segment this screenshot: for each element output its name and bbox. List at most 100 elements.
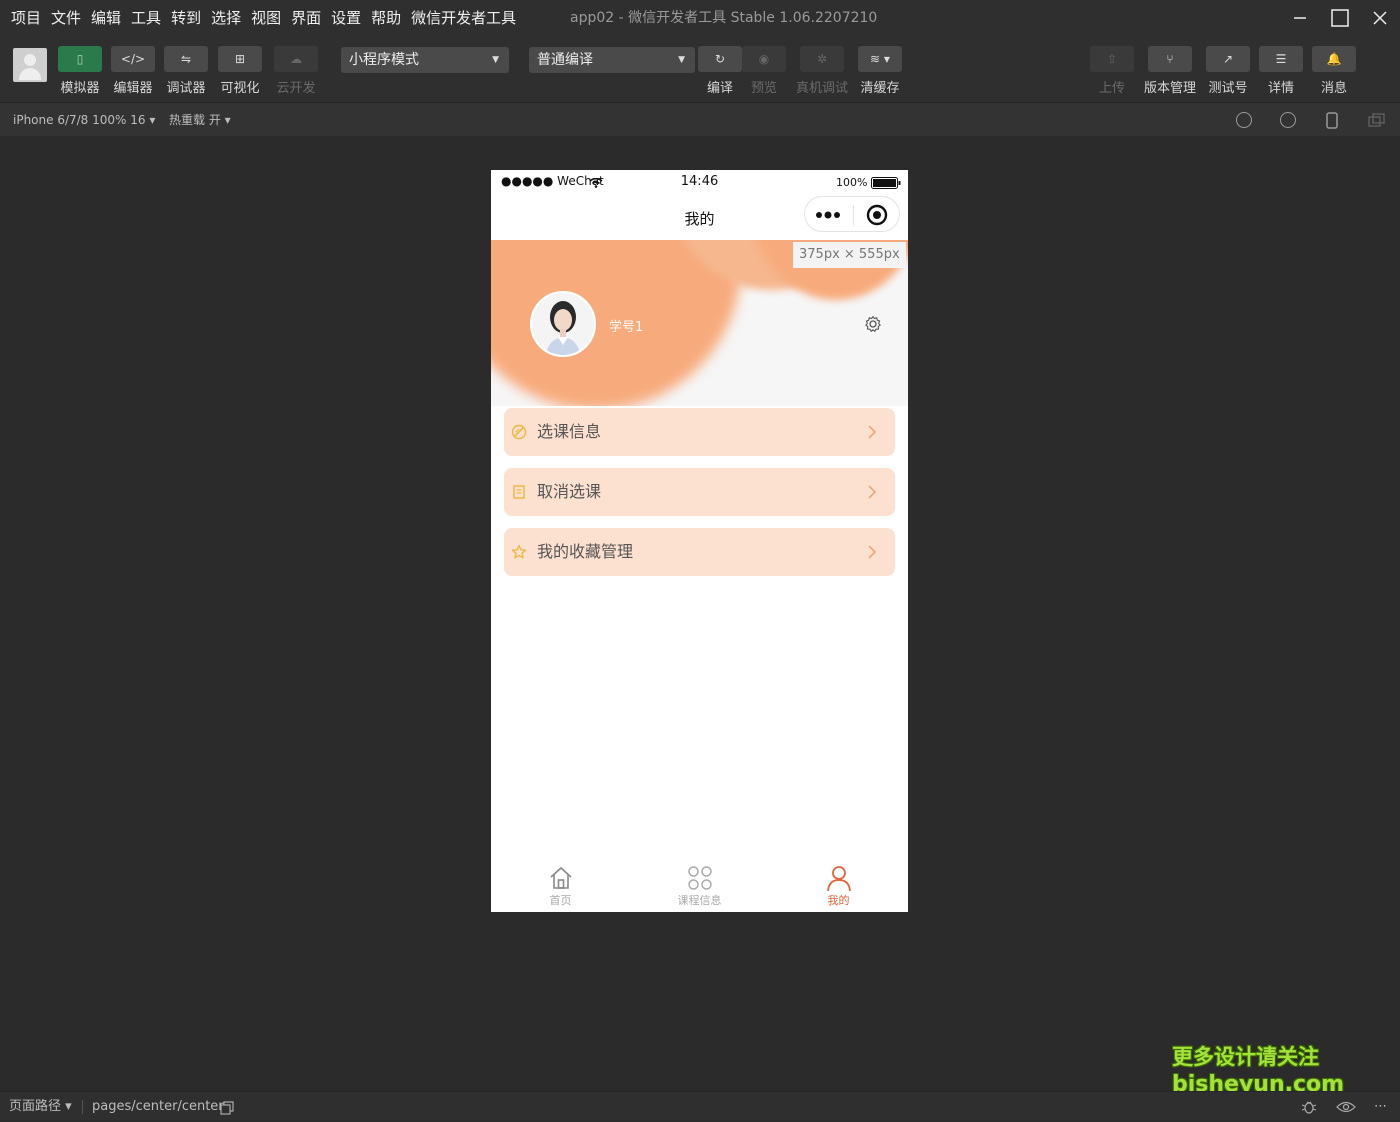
capsule-menu	[804, 196, 900, 232]
menu-select[interactable]: 选择	[206, 0, 246, 36]
debugger-button[interactable]: ⇋ 调试器	[158, 46, 214, 96]
user-icon	[826, 866, 851, 892]
refresh-icon: ↻	[714, 52, 726, 66]
nav-bar: 我的	[491, 196, 908, 240]
version-label: 版本管理	[1143, 81, 1196, 96]
stop-icon[interactable]	[1280, 112, 1296, 128]
close-icon	[1373, 11, 1387, 25]
popout-icon[interactable]	[1368, 113, 1386, 127]
page-path-select[interactable]: 页面路径 ▾	[9, 1092, 72, 1122]
phone-icon[interactable]	[1326, 112, 1338, 129]
mode-select-value: 小程序模式	[349, 52, 419, 68]
menu-goto[interactable]: 转到	[166, 0, 206, 36]
list-item-favorites[interactable]: 我的收藏管理	[504, 528, 895, 576]
window-controls	[1280, 0, 1400, 36]
list-item-label: 取消选课	[537, 482, 602, 501]
close-target-icon[interactable]	[866, 204, 888, 226]
copy-icon[interactable]	[220, 1101, 234, 1115]
phone-icon: ▯	[76, 52, 84, 66]
user-name: 学号1	[609, 320, 644, 335]
tab-label: 首页	[549, 894, 572, 907]
menu-settings[interactable]: 设置	[326, 0, 366, 36]
minimize-icon	[1294, 17, 1306, 19]
menu-edit[interactable]: 编辑	[86, 0, 126, 36]
bug-icon[interactable]	[1300, 1099, 1318, 1115]
chevron-right-icon	[868, 545, 877, 559]
list-item-course-info[interactable]: 选课信息	[504, 408, 895, 456]
remote-debug-label: 真机调试	[795, 81, 848, 96]
status-bar: ●●●●● WeChat 14:46 100%	[491, 170, 908, 196]
code-icon: </>	[120, 52, 146, 66]
debugger-icon: ⇋	[180, 52, 192, 66]
list-item-cancel-course[interactable]: 取消选课	[504, 468, 895, 516]
list-item-label: 我的收藏管理	[537, 542, 634, 561]
messages-label: 消息	[1320, 81, 1347, 96]
cloud-button[interactable]: ☁ 云开发	[268, 46, 324, 96]
hot-reload-toggle[interactable]: 热重载 开 ▾	[169, 103, 231, 137]
gear-icon[interactable]	[864, 315, 882, 333]
preview-label: 预览	[750, 81, 777, 96]
menu-view[interactable]: 视图	[246, 0, 286, 36]
tab-mine[interactable]: 我的	[769, 860, 908, 912]
page-path: pages/center/center	[92, 1099, 224, 1114]
version-button[interactable]: ⑂ 版本管理	[1142, 46, 1198, 96]
details-button[interactable]: ☰ 详情	[1253, 46, 1309, 96]
device-select[interactable]: iPhone 6/7/8 100% 16 ▾	[13, 103, 155, 137]
watermark-line1: 更多设计请关注	[1172, 1045, 1319, 1069]
editor-button[interactable]: </> 编辑器	[105, 46, 161, 96]
menu-bar: 项目 文件 编辑 工具 转到 选择 视图 界面 设置 帮助 微信开发者工具	[6, 0, 521, 36]
menu-wechat-devtools[interactable]: 微信开发者工具	[406, 0, 521, 36]
tab-home[interactable]: 首页	[491, 860, 630, 912]
upload-button[interactable]: ⇧ 上传	[1084, 46, 1140, 96]
caret-down-icon: ▼	[492, 55, 499, 65]
remote-debug-button[interactable]: ✲ 真机调试	[794, 46, 850, 96]
compile-mode-select[interactable]: 普通编译 ▼	[529, 47, 695, 73]
star-icon	[511, 544, 527, 559]
cloud-icon: ☁	[290, 52, 302, 66]
tab-course-info[interactable]: 课程信息	[630, 860, 769, 912]
menu-interface[interactable]: 界面	[286, 0, 326, 36]
phone-simulator: ●●●●● WeChat 14:46 100% 我的 375px × 555px…	[491, 170, 908, 912]
menu-file[interactable]: 文件	[46, 0, 86, 36]
debugger-label: 调试器	[166, 81, 206, 96]
minimize-button[interactable]	[1280, 0, 1320, 36]
compile-mode-value: 普通编译	[537, 52, 593, 68]
rotate-icon[interactable]	[1236, 112, 1252, 128]
avatar[interactable]	[530, 291, 596, 357]
visual-button[interactable]: ⊞ 可视化	[212, 46, 268, 96]
mode-select[interactable]: 小程序模式 ▼	[341, 47, 509, 73]
preview-button[interactable]: ◉ 预览	[736, 46, 792, 96]
bottom-status-bar: 页面路径 ▾ pages/center/center ⋯	[0, 1091, 1400, 1121]
window-title: app02 - 微信开发者工具 Stable 1.06.2207210	[570, 10, 878, 26]
eye-icon[interactable]	[1336, 1100, 1356, 1114]
menu-tools[interactable]: 工具	[126, 0, 166, 36]
cloud-label: 云开发	[276, 81, 316, 96]
clear-cache-label: 清缓存	[860, 81, 900, 96]
layout-icon: ⊞	[234, 52, 246, 66]
close-button[interactable]	[1360, 0, 1400, 36]
branch-icon: ⑂	[1166, 52, 1174, 66]
messages-button[interactable]: 🔔 消息	[1306, 46, 1362, 96]
maximize-icon	[1331, 9, 1349, 27]
simulator-button[interactable]: ▯ 模拟器	[52, 46, 108, 96]
list-item-label: 选课信息	[537, 422, 602, 441]
more-dots-icon[interactable]	[815, 209, 843, 221]
eye-icon: ◉	[758, 52, 770, 66]
upload-icon: ⇧	[1106, 52, 1118, 66]
bug-icon: ✲	[816, 52, 828, 66]
menu-project[interactable]: 项目	[6, 0, 46, 36]
bell-icon: 🔔	[1326, 52, 1342, 66]
tab-bar: 首页 课程信息 我的	[491, 860, 908, 912]
details-label: 详情	[1267, 81, 1294, 96]
tab-label: 课程信息	[677, 894, 722, 907]
maximize-button[interactable]	[1320, 0, 1360, 36]
menu-help[interactable]: 帮助	[366, 0, 406, 36]
caret-down-icon: ▼	[678, 55, 685, 65]
layers-icon: ≋ ▾	[870, 52, 890, 66]
more-dots-icon[interactable]: ⋯	[1374, 1092, 1387, 1122]
user-avatar-button[interactable]	[13, 48, 47, 82]
grid-icon	[687, 866, 712, 890]
clear-cache-button[interactable]: ≋ ▾ 清缓存	[852, 46, 908, 96]
battery-icon	[871, 177, 901, 189]
test-account-button[interactable]: ↗ 测试号	[1200, 46, 1256, 96]
